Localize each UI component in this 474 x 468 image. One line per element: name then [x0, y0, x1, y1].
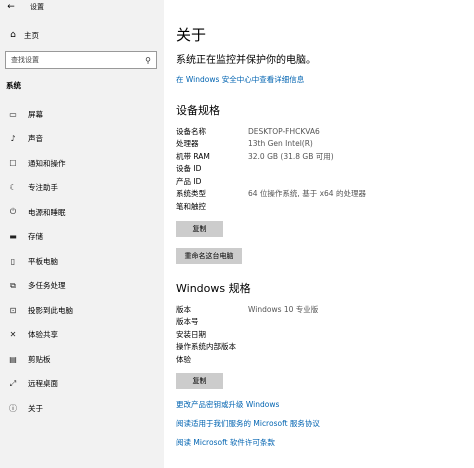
services-agreement-link[interactable]: 阅读适用于我们服务的 Microsoft 服务协议	[176, 418, 320, 429]
spec-key: 产品 ID	[176, 176, 202, 186]
sidebar-item-about[interactable]: ⓘ 关于	[0, 396, 164, 421]
rename-pc-button[interactable]: 重命名这台电脑	[176, 248, 242, 264]
sidebar-item-label: 通知和操作	[28, 158, 66, 168]
spec-row-ram: 机带 RAM 32.0 GB (31.8 GB 可用)	[176, 150, 466, 163]
tablet-icon: ▯	[10, 256, 16, 266]
clipboard-icon: ▤	[9, 354, 17, 364]
spec-row-system-type: 系统类型 64 位操作系统, 基于 x64 的处理器	[176, 188, 466, 201]
sidebar-item-power-sleep[interactable]: ⏻ 电源和睡眠	[0, 200, 164, 225]
spec-value: DESKTOP-FHCKVA6	[248, 126, 320, 136]
license-terms-link[interactable]: 阅读 Microsoft 软件许可条款	[176, 437, 275, 448]
spec-key: 机带 RAM	[176, 151, 210, 161]
spec-value: 13th Gen Intel(R)	[248, 139, 313, 149]
spec-value: 32.0 GB (31.8 GB 可用)	[248, 151, 334, 161]
sidebar-item-home[interactable]: ⌂ 主页	[0, 26, 164, 44]
spec-row-device-name: 设备名称 DESKTOP-FHCKVA6	[176, 125, 466, 138]
search-input[interactable]: 查找设置 ⚲	[5, 51, 157, 69]
spec-value: Windows 10 专业版	[248, 304, 319, 314]
sidebar-item-clipboard[interactable]: ▤ 剪贴板	[0, 347, 164, 372]
spec-key: 操作系统内部版本	[176, 342, 236, 352]
spec-row-pen-touch: 笔和触控	[176, 200, 466, 213]
spec-value: 64 位操作系统, 基于 x64 的处理器	[248, 189, 366, 199]
windows-specs-heading: Windows 规格	[176, 282, 251, 295]
back-button[interactable]: ←	[0, 0, 22, 14]
spec-key: 体验	[176, 354, 191, 364]
sidebar-item-focus-assist[interactable]: ☾ 专注助手	[0, 176, 164, 201]
spec-row-product-id: 产品 ID	[176, 175, 466, 188]
device-specs-heading: 设备规格	[176, 104, 220, 117]
storage-icon: ▬	[9, 232, 17, 242]
spec-row-edition: 版本 Windows 10 专业版	[176, 303, 466, 316]
security-details-link[interactable]: 在 Windows 安全中心中查看详细信息	[176, 74, 304, 85]
sidebar-item-label: 关于	[28, 403, 43, 413]
sidebar-item-label: 多任务处理	[28, 281, 66, 291]
notification-icon: ☐	[9, 158, 17, 168]
page-title: 关于	[176, 26, 207, 44]
sidebar-item-label: 电源和睡眠	[28, 207, 66, 217]
sidebar-item-sound[interactable]: ♪ 声音	[0, 127, 164, 152]
spec-row-installed-on: 安装日期	[176, 328, 466, 341]
change-product-key-link[interactable]: 更改产品密钥或升级 Windows	[176, 399, 279, 410]
title-bar: ← 设置	[0, 0, 164, 14]
sidebar-item-label: 平板电脑	[28, 256, 58, 266]
spec-key: 设备 ID	[176, 164, 202, 174]
sidebar: ← 设置 ⌂ 主页 查找设置 ⚲ 系统 ▭ 屏幕 ♪ 声音 ☐ 通知和操作 ☾ …	[0, 0, 164, 468]
spec-key: 安装日期	[176, 329, 206, 339]
remote-icon: ⤢	[9, 378, 17, 388]
search-placeholder: 查找设置	[11, 56, 39, 64]
spec-key: 版本	[176, 304, 191, 314]
spec-key: 笔和触控	[176, 201, 206, 211]
spec-key: 版本号	[176, 317, 199, 327]
sidebar-section-label: 系统	[6, 81, 21, 90]
sidebar-item-label: 存储	[28, 232, 43, 242]
sidebar-item-label: 体验共享	[28, 330, 58, 340]
window-title: 设置	[30, 3, 44, 11]
home-icon: ⌂	[10, 30, 16, 40]
search-icon: ⚲	[145, 55, 151, 65]
info-icon: ⓘ	[9, 403, 17, 413]
spec-key: 系统类型	[176, 189, 206, 199]
share-icon: ✕	[9, 330, 17, 340]
spec-row-device-id: 设备 ID	[176, 163, 466, 176]
monitor-icon: ▭	[9, 109, 17, 119]
spec-key: 处理器	[176, 139, 199, 149]
sidebar-item-label: 剪贴板	[28, 354, 51, 364]
copy-device-specs-button[interactable]: 复制	[176, 221, 223, 237]
power-icon: ⏻	[9, 207, 17, 217]
spec-key: 设备名称	[176, 126, 206, 136]
project-icon: ⊡	[9, 305, 17, 315]
sidebar-item-display[interactable]: ▭ 屏幕	[0, 102, 164, 127]
multitask-icon: ⧉	[10, 280, 16, 290]
sidebar-item-label: 主页	[24, 30, 39, 40]
protection-status: 系统正在监控并保护你的电脑。	[176, 55, 316, 66]
spec-row-experience: 体验	[176, 353, 466, 366]
sidebar-item-remote-desktop[interactable]: ⤢ 远程桌面	[0, 372, 164, 397]
sidebar-item-multitasking[interactable]: ⧉ 多任务处理	[0, 274, 164, 299]
sidebar-item-label: 专注助手	[28, 183, 58, 193]
sidebar-item-projecting[interactable]: ⊡ 投影到此电脑	[0, 298, 164, 323]
spec-row-os-build: 操作系统内部版本	[176, 341, 466, 354]
spec-row-processor: 处理器 13th Gen Intel(R)	[176, 138, 466, 151]
sidebar-item-storage[interactable]: ▬ 存储	[0, 225, 164, 250]
sidebar-item-notifications[interactable]: ☐ 通知和操作	[0, 151, 164, 176]
sidebar-item-tablet[interactable]: ▯ 平板电脑	[0, 249, 164, 274]
sidebar-item-shared-experiences[interactable]: ✕ 体验共享	[0, 323, 164, 348]
sidebar-item-label: 声音	[28, 134, 43, 144]
sidebar-item-label: 屏幕	[28, 109, 43, 119]
spec-row-version: 版本号	[176, 316, 466, 329]
sidebar-item-label: 远程桌面	[28, 379, 58, 389]
sidebar-nav: ▭ 屏幕 ♪ 声音 ☐ 通知和操作 ☾ 专注助手 ⏻ 电源和睡眠 ▬ 存储 ▯ …	[0, 102, 164, 421]
copy-windows-specs-button[interactable]: 复制	[176, 373, 223, 389]
moon-icon: ☾	[9, 183, 17, 193]
speaker-icon: ♪	[10, 134, 16, 144]
sidebar-item-label: 投影到此电脑	[28, 305, 73, 315]
